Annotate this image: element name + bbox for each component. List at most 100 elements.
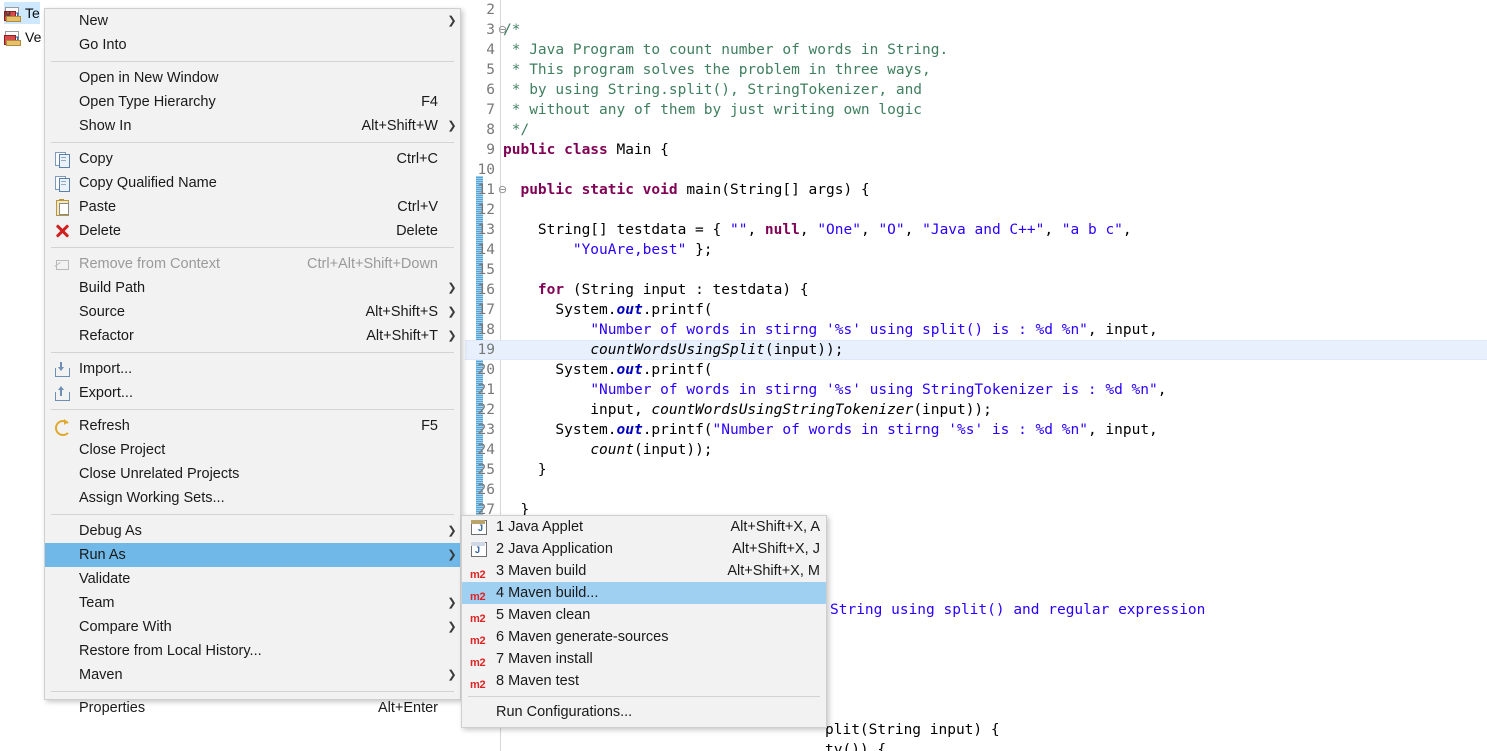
- menu-item-debug-as[interactable]: Debug As❯: [45, 519, 460, 543]
- menu-item-delete[interactable]: DeleteDelete: [45, 219, 460, 243]
- menu-item-source[interactable]: SourceAlt+Shift+S❯: [45, 300, 460, 324]
- code-token: * This program solves the problem in thr…: [503, 62, 931, 78]
- tree-item-1[interactable]: J Ve: [4, 26, 41, 48]
- submenu-separator: [468, 696, 820, 697]
- chevron-right-icon: ❯: [444, 591, 460, 615]
- menu-item-maven[interactable]: Maven❯: [45, 663, 460, 687]
- submenu-item-1-java-applet[interactable]: J1 Java AppletAlt+Shift+X, A: [462, 516, 826, 538]
- menu-item-refactor[interactable]: RefactorAlt+Shift+T❯: [45, 324, 460, 348]
- code-line[interactable]: input, countWordsUsingStringTokenizer(in…: [503, 400, 992, 420]
- code-line[interactable]: System.out.printf("Number of words in st…: [503, 420, 1158, 440]
- menu-item-team[interactable]: Team❯: [45, 591, 460, 615]
- submenu-item-8-maven-test[interactable]: m28 Maven test: [462, 670, 826, 692]
- menu-item-validate[interactable]: Validate: [45, 567, 460, 591]
- code-line[interactable]: for (String input : testdata) {: [503, 280, 809, 300]
- code-line[interactable]: "Number of words in stirng '%s' using St…: [503, 380, 1166, 400]
- menu-item-close-project[interactable]: Close Project: [45, 438, 460, 462]
- menu-item-label: Compare With: [79, 615, 444, 639]
- line-number: 21: [465, 380, 495, 400]
- line-number: 7: [465, 100, 495, 120]
- menu-separator: [51, 409, 454, 410]
- line-number: 25: [465, 460, 495, 480]
- menu-item-build-path[interactable]: Build Path❯: [45, 276, 460, 300]
- submenu-item-4-maven-build[interactable]: m24 Maven build...: [462, 582, 826, 604]
- code-token: ,: [800, 222, 817, 238]
- chevron-right-icon: ❯: [444, 519, 460, 543]
- menu-item-open-in-new-window[interactable]: Open in New Window: [45, 66, 460, 90]
- copy-icon: [54, 151, 70, 167]
- code-line[interactable]: "YouAre,best" };: [503, 240, 713, 260]
- menu-item-label: Close Project: [79, 438, 444, 462]
- code-line[interactable]: * by using String.split(), StringTokeniz…: [503, 80, 922, 100]
- menu-item-paste[interactable]: PasteCtrl+V: [45, 195, 460, 219]
- menu-item-go-into[interactable]: Go Into: [45, 33, 460, 57]
- code-line[interactable]: countWordsUsingSplit(input));: [503, 340, 844, 360]
- menu-item-export[interactable]: Export...: [45, 381, 460, 405]
- menu-item-copy-qualified-name[interactable]: Copy Qualified Name: [45, 171, 460, 195]
- code-line[interactable]: /*: [503, 20, 520, 40]
- copy-qualified-name-icon: [54, 175, 70, 191]
- menu-item-open-type-hierarchy[interactable]: Open Type HierarchyF4: [45, 90, 460, 114]
- code-token: main(String[] args) {: [678, 182, 870, 198]
- tree-item-0[interactable]: MJ Te: [4, 2, 40, 24]
- menu-item-close-unrelated-projects[interactable]: Close Unrelated Projects: [45, 462, 460, 486]
- code-line[interactable]: String[] testdata = { "", null, "One", "…: [503, 220, 1132, 240]
- menu-item-shortcut: Delete: [396, 219, 444, 243]
- menu-item-refresh[interactable]: RefreshF5: [45, 414, 460, 438]
- menu-item-show-in[interactable]: Show InAlt+Shift+W❯: [45, 114, 460, 138]
- code-line[interactable]: * without any of them by just writing ow…: [503, 100, 922, 120]
- code-line[interactable]: }: [503, 460, 547, 480]
- code-token: [503, 322, 590, 338]
- menu-item-new[interactable]: New❯: [45, 9, 460, 33]
- maven-icon: m2: [470, 629, 488, 645]
- submenu-item-2-java-application[interactable]: J2 Java ApplicationAlt+Shift+X, J: [462, 538, 826, 560]
- line-number: 12: [465, 200, 495, 220]
- menu-item-compare-with[interactable]: Compare With❯: [45, 615, 460, 639]
- code-token: , input,: [1088, 422, 1158, 438]
- code-line[interactable]: plit(String input) {: [825, 720, 1000, 740]
- menu-item-restore-from-local-history[interactable]: Restore from Local History...: [45, 639, 460, 663]
- code-token: System.: [503, 302, 617, 318]
- line-number: 15: [465, 260, 495, 280]
- code-line[interactable]: count(input));: [503, 440, 713, 460]
- submenu-item-3-maven-build[interactable]: m23 Maven buildAlt+Shift+X, M: [462, 560, 826, 582]
- menu-item-import[interactable]: Import...: [45, 357, 460, 381]
- submenu-item-7-maven-install[interactable]: m27 Maven install: [462, 648, 826, 670]
- menu-item-run-as[interactable]: Run As❯: [45, 543, 460, 567]
- line-number: 18: [465, 320, 495, 340]
- code-token: "Java and C++": [922, 222, 1044, 238]
- code-line[interactable]: System.out.printf(: [503, 360, 713, 380]
- java-application-icon: J: [470, 541, 488, 557]
- code-token: (input));: [913, 402, 992, 418]
- submenu-item-5-maven-clean[interactable]: m25 Maven clean: [462, 604, 826, 626]
- menu-item-properties[interactable]: PropertiesAlt+Enter: [45, 696, 460, 720]
- code-token: public class: [503, 142, 608, 158]
- code-line[interactable]: "Number of words in stirng '%s' using sp…: [503, 320, 1158, 340]
- code-token: (input));: [634, 442, 713, 458]
- code-line[interactable]: * Java Program to count number of words …: [503, 40, 948, 60]
- submenu-item-6-maven-generate-sources[interactable]: m26 Maven generate-sources: [462, 626, 826, 648]
- menu-item-label: Properties: [79, 696, 378, 720]
- code-line[interactable]: public static void main(String[] args) {: [503, 180, 870, 200]
- java-applet-icon: J: [470, 519, 488, 535]
- run-as-submenu[interactable]: J1 Java AppletAlt+Shift+X, AJ2 Java Appl…: [461, 515, 827, 728]
- submenu-item-label: Run Configurations...: [496, 701, 826, 723]
- menu-item-label: Copy: [79, 147, 397, 171]
- code-line[interactable]: String using split() and regular express…: [830, 600, 1205, 620]
- menu-item-copy[interactable]: CopyCtrl+C: [45, 147, 460, 171]
- line-number: 11: [465, 180, 495, 200]
- context-menu[interactable]: New❯Go Into Open in New WindowOpen Type H…: [44, 8, 461, 700]
- menu-item-assign-working-sets[interactable]: Assign Working Sets...: [45, 486, 460, 510]
- import-icon: [54, 361, 70, 377]
- code-line[interactable]: System.out.printf(: [503, 300, 713, 320]
- code-token: "Number of words in stirng '%s' using St…: [590, 382, 1157, 398]
- code-line[interactable]: public class Main {: [503, 140, 669, 160]
- code-line[interactable]: */: [503, 120, 529, 140]
- code-line[interactable]: * This program solves the problem in thr…: [503, 60, 931, 80]
- export-icon: [54, 385, 70, 401]
- menu-item-remove-from-context[interactable]: Remove from ContextCtrl+Alt+Shift+Down: [45, 252, 460, 276]
- submenu-item-run-configurations[interactable]: Run Configurations...: [462, 701, 826, 723]
- submenu-item-shortcut: Alt+Shift+X, A: [731, 516, 826, 538]
- code-line[interactable]: ty()) {: [825, 740, 886, 751]
- code-token: Main {: [608, 142, 669, 158]
